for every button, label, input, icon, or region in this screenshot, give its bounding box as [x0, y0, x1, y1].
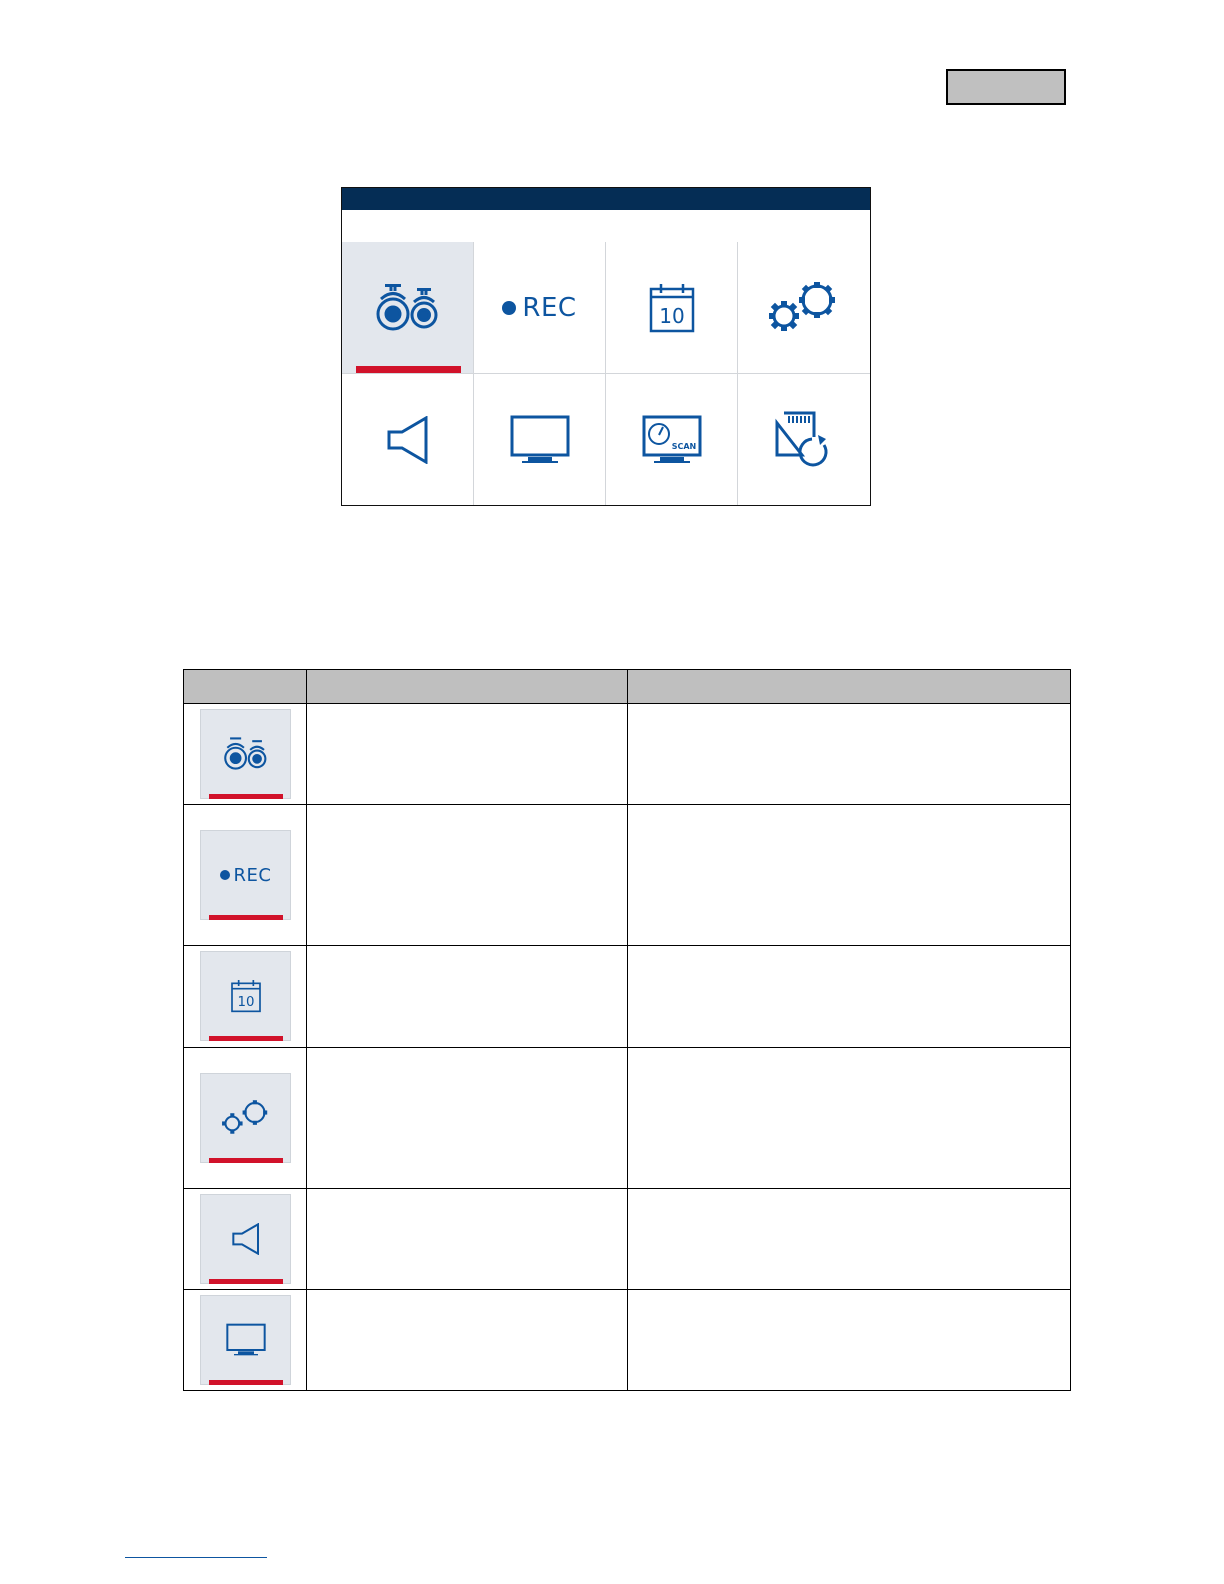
svg-text:10: 10 [237, 995, 254, 1010]
table-row [183, 703, 1071, 805]
calendar-icon: 10 [649, 283, 694, 332]
column-header-icon [183, 669, 307, 704]
sd-card-format-icon [775, 411, 828, 467]
icon-description [627, 804, 1071, 946]
device-menu-screen: REC 10 SCAN [341, 187, 871, 506]
monitor-scan-icon: SCAN [642, 415, 701, 463]
icon-table: REC 10 [183, 669, 1071, 1391]
table-row [183, 1289, 1071, 1391]
icon-cell [183, 1289, 307, 1391]
table-header-row [183, 669, 1071, 704]
icon-cell [183, 1188, 307, 1290]
svg-text:SCAN: SCAN [671, 442, 696, 451]
icon-name [306, 1289, 628, 1391]
icon-description [627, 1188, 1071, 1290]
icon-description [627, 945, 1071, 1048]
tile-settings[interactable] [738, 242, 870, 374]
table-row: 10 [183, 945, 1071, 1048]
monitor-icon [200, 1295, 291, 1385]
tile-sd-card[interactable] [738, 374, 870, 505]
language-box [946, 69, 1066, 105]
rec-icon: REC [502, 293, 576, 323]
icon-cell: 10 [183, 945, 307, 1048]
tile-record[interactable]: REC [474, 242, 606, 374]
selection-indicator [356, 366, 461, 373]
tile-display[interactable] [474, 374, 606, 505]
calendar-icon: 10 [200, 951, 291, 1041]
device-subtitle [342, 210, 870, 242]
icon-description [627, 1289, 1071, 1391]
column-header-description [627, 669, 1071, 704]
footer-link[interactable] [125, 1557, 267, 1558]
speaker-icon [200, 1194, 291, 1284]
icon-description [627, 703, 1071, 805]
icon-description [627, 1047, 1071, 1189]
svg-text:10: 10 [659, 304, 684, 328]
cameras-icon [376, 283, 437, 330]
icon-name [306, 1047, 628, 1189]
icon-cell [183, 1047, 307, 1189]
table-row [183, 1188, 1071, 1290]
icon-cell [183, 703, 307, 805]
icon-name [306, 804, 628, 946]
tile-calendar[interactable]: 10 [606, 242, 738, 374]
cameras-icon [200, 709, 291, 799]
column-header-name [306, 669, 628, 704]
table-row [183, 1047, 1071, 1189]
icon-cell: REC [183, 804, 307, 946]
rec-icon: REC [200, 830, 291, 920]
settings-gears-icon [200, 1073, 291, 1163]
tile-cameras[interactable] [342, 242, 474, 374]
icon-name [306, 703, 628, 805]
speaker-icon [387, 416, 427, 464]
icon-name [306, 945, 628, 1048]
monitor-icon [510, 415, 569, 463]
table-row: REC [183, 804, 1071, 946]
menu-grid: REC 10 SCAN [342, 242, 870, 505]
tile-audio[interactable] [342, 374, 474, 505]
settings-gears-icon [769, 281, 835, 331]
tile-scan[interactable]: SCAN [606, 374, 738, 505]
device-title-bar [342, 188, 870, 210]
icon-name [306, 1188, 628, 1290]
